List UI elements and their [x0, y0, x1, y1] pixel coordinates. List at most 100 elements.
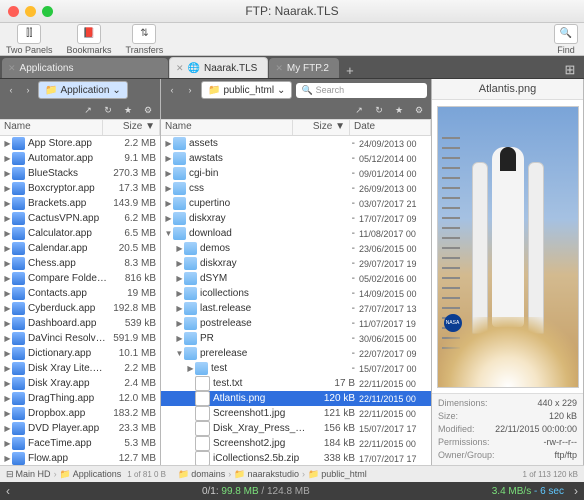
list-item[interactable]: ▶Calendar.app20.5 MB	[0, 241, 160, 256]
search-input[interactable]: 🔍Search	[296, 83, 427, 98]
list-item[interactable]: ▶Calculator.app6.5 MB	[0, 226, 160, 241]
path-segment[interactable]: 📁public_html ⌄	[201, 81, 292, 99]
mid-pathbar: ‹ › 📁public_html ⌄ 🔍Search	[161, 79, 431, 101]
new-tab-button[interactable]: +	[342, 62, 358, 78]
star-icon[interactable]: ★	[393, 104, 405, 116]
status-bar: ‹ 0/1: 99.8 MB / 124.8 MB 3.4 MB/s - 6 s…	[0, 482, 584, 500]
transfers-button[interactable]: ⇅	[132, 24, 156, 44]
left-file-list[interactable]: ▶App Store.app2.2 MB▶Automator.app9.1 MB…	[0, 136, 160, 465]
tab-label: Naarak.TLS	[204, 63, 257, 74]
share-icon[interactable]: ↗	[353, 104, 365, 116]
list-item[interactable]: ▼prerelease-22/07/2017 09	[161, 346, 431, 361]
list-item[interactable]: ▶Chess.app8.3 MB	[0, 256, 160, 271]
col-date[interactable]: Date	[350, 120, 431, 135]
fwd-button[interactable]: ›	[21, 83, 35, 97]
list-item[interactable]: ▶CactusVPN.app6.2 MB	[0, 211, 160, 226]
main-toolbar: ⫿⫿ Two Panels 📕 Bookmarks ⇅ Transfers 🔍 …	[0, 23, 584, 56]
mid-file-list[interactable]: ▶assets-24/09/2013 00▶awstats-05/12/2014…	[161, 136, 431, 465]
col-name[interactable]: Name	[0, 120, 103, 135]
list-item[interactable]: ▶App Store.app2.2 MB	[0, 136, 160, 151]
tab-applications[interactable]: ✕ Applications	[2, 58, 168, 78]
preview-image: NASA	[432, 100, 583, 393]
left-pathbar: ‹ › 📁Application ⌄	[0, 79, 160, 101]
path-segment[interactable]: 📁Application ⌄	[38, 81, 128, 99]
mid-pane: ‹ › 📁public_html ⌄ 🔍Search ↗ ↻ ★ ⚙ Name …	[161, 79, 432, 465]
transfers-label: Transfers	[126, 45, 164, 55]
close-tab-icon[interactable]: ✕	[8, 63, 16, 74]
next-transfer-button[interactable]: ›	[564, 484, 578, 498]
close-tab-icon[interactable]: ✕	[275, 63, 283, 74]
list-item[interactable]: ▶Dropbox.app183.2 MB	[0, 406, 160, 421]
col-size[interactable]: Size ▼	[103, 120, 160, 135]
list-item[interactable]: ▶Disk Xray Lite.app2.2 MB	[0, 361, 160, 376]
list-item[interactable]: ▶demos-23/06/2015 00	[161, 241, 431, 256]
back-button[interactable]: ‹	[165, 83, 179, 97]
col-size[interactable]: Size ▼	[293, 120, 350, 135]
list-item[interactable]: ▶awstats-05/12/2014 00	[161, 151, 431, 166]
list-item[interactable]: ▶Dashboard.app539 kB	[0, 316, 160, 331]
list-item[interactable]: ▶Automator.app9.1 MB	[0, 151, 160, 166]
list-item[interactable]: ▶FaceTime.app5.3 MB	[0, 436, 160, 451]
list-item[interactable]: Atlantis.png120 kB22/11/2015 00	[161, 391, 431, 406]
list-item[interactable]: ▶cupertino-03/07/2017 21	[161, 196, 431, 211]
reload-icon[interactable]: ↻	[102, 104, 114, 116]
tab-myftp2[interactable]: ✕ My FTP.2	[269, 58, 339, 78]
list-item[interactable]: ▶BlueStacks270.3 MB	[0, 166, 160, 181]
two-panels-label: Two Panels	[6, 45, 53, 55]
preview-metadata: Dimensions:440 x 229 Size:120 kB Modifie…	[432, 393, 583, 465]
list-item[interactable]: ▼download-11/08/2017 00	[161, 226, 431, 241]
list-item[interactable]: ▶PR-30/06/2015 00	[161, 331, 431, 346]
gear-icon[interactable]: ⚙	[142, 104, 154, 116]
gear-icon[interactable]: ⚙	[413, 104, 425, 116]
left-pane: ‹ › 📁Application ⌄ ↗ ↻ ★ ⚙ Name Size ▼ ▶…	[0, 79, 161, 465]
list-item[interactable]: iCollections2.5b.zip338 kB17/07/2017 17	[161, 451, 431, 465]
mid-columns[interactable]: Name Size ▼ Date	[161, 119, 431, 136]
list-item[interactable]: ▶DaVinci Resolve.app591.9 MB	[0, 331, 160, 346]
folder-icon: 📁	[45, 85, 57, 96]
two-panels-button[interactable]: ⫿⫿	[17, 24, 41, 44]
list-item[interactable]: ▶Brackets.app143.9 MB	[0, 196, 160, 211]
preview-title: Atlantis.png	[432, 79, 583, 100]
right-pane-toggle-icon[interactable]: ⊞	[562, 62, 578, 78]
list-item[interactable]: ▶DragThing.app12.0 MB	[0, 391, 160, 406]
bookmarks-button[interactable]: 📕	[77, 24, 101, 44]
reload-icon[interactable]: ↻	[373, 104, 385, 116]
list-item[interactable]: ▶Dictionary.app10.1 MB	[0, 346, 160, 361]
tab-label: My FTP.2	[287, 63, 329, 74]
back-button[interactable]: ‹	[4, 83, 18, 97]
list-item[interactable]: ▶Contacts.app19 MB	[0, 286, 160, 301]
left-columns[interactable]: Name Size ▼	[0, 119, 160, 136]
list-item[interactable]: ▶dSYM-05/02/2016 00	[161, 271, 431, 286]
close-tab-icon[interactable]: ✕	[176, 63, 184, 74]
list-item[interactable]: Screenshot1.jpg121 kB22/11/2015 00	[161, 406, 431, 421]
list-item[interactable]: ▶last.release-27/07/2017 13	[161, 301, 431, 316]
list-item[interactable]: ▶postrelease-11/07/2017 19	[161, 316, 431, 331]
list-item[interactable]: ▶css-26/09/2013 00	[161, 181, 431, 196]
list-item[interactable]: ▶cgi-bin-09/01/2014 00	[161, 166, 431, 181]
list-item[interactable]: ▶Cyberduck.app192.8 MB	[0, 301, 160, 316]
mid-breadcrumb[interactable]: 📁 domains› 📁 naarakstudio› 📁 public_html…	[172, 465, 584, 482]
window-title: FTP: Naarak.TLS	[0, 4, 584, 18]
find-button[interactable]: 🔍	[554, 24, 578, 44]
list-item[interactable]: ▶Disk Xray.app2.4 MB	[0, 376, 160, 391]
list-item[interactable]: ▶diskxray-29/07/2017 19	[161, 256, 431, 271]
list-item[interactable]: ▶icollections-14/09/2015 00	[161, 286, 431, 301]
list-item[interactable]: Screenshot2.jpg184 kB22/11/2015 00	[161, 436, 431, 451]
list-item[interactable]: Disk_Xray_Press_Rele…156 kB15/07/2017 17	[161, 421, 431, 436]
fwd-button[interactable]: ›	[183, 83, 197, 97]
list-item[interactable]: test.txt17 B22/11/2015 00	[161, 376, 431, 391]
list-item[interactable]: ▶Compare Folders…816 kB	[0, 271, 160, 286]
col-name[interactable]: Name	[161, 120, 293, 135]
star-icon[interactable]: ★	[122, 104, 134, 116]
list-item[interactable]: ▶Boxcryptor.app17.3 MB	[0, 181, 160, 196]
list-item[interactable]: ▶DVD Player.app23.3 MB	[0, 421, 160, 436]
prev-transfer-button[interactable]: ‹	[6, 484, 20, 498]
list-item[interactable]: ▶Flow.app12.7 MB	[0, 451, 160, 465]
share-icon[interactable]: ↗	[82, 104, 94, 116]
list-item[interactable]: ▶test-15/07/2017 00	[161, 361, 431, 376]
list-item[interactable]: ▶assets-24/09/2013 00	[161, 136, 431, 151]
left-breadcrumb[interactable]: ⊟ Main HD› 📁 Applications 1 of 81 0 B	[0, 465, 172, 482]
bookmarks-label: Bookmarks	[67, 45, 112, 55]
tab-naarak[interactable]: ✕🌐 Naarak.TLS	[169, 57, 268, 78]
list-item[interactable]: ▶diskxray-17/07/2017 09	[161, 211, 431, 226]
